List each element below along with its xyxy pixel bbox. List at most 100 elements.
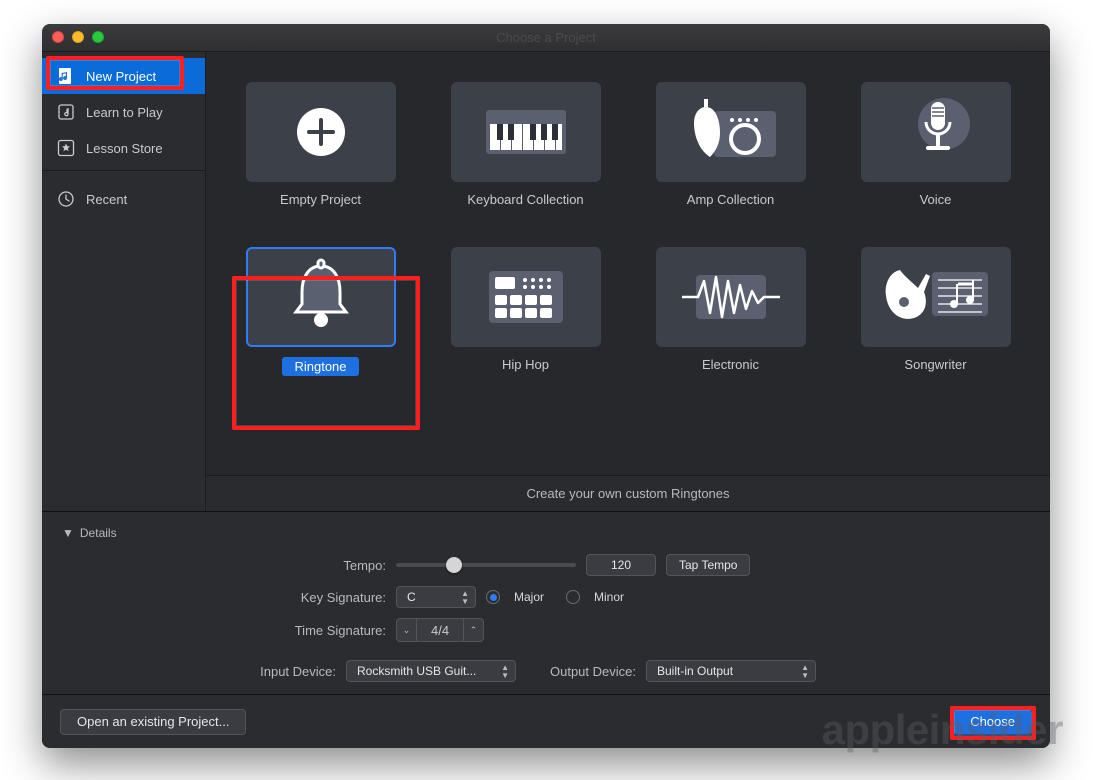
template-hip-hop[interactable]: Hip Hop [435,247,616,376]
row-time: Time Signature: ⌄ 4/4 ⌃ [156,618,936,642]
template-grid-area: Empty Project Keyboard Collection [206,52,1050,475]
input-device-label: Input Device: [156,664,336,679]
tempo-label: Tempo: [156,558,386,573]
row-devices: Input Device: Rocksmith USB Guit... ▲▼ O… [156,660,936,682]
sidebar-item-label: Recent [86,192,127,207]
template-voice[interactable]: Voice [845,82,1026,207]
output-device-select[interactable]: Built-in Output ▲▼ [646,660,816,682]
input-device-select[interactable]: Rocksmith USB Guit... ▲▼ [346,660,516,682]
template-label: Amp Collection [687,192,774,207]
sidebar-item-label: Learn to Play [86,105,163,120]
sidebar-item-lesson-store[interactable]: Lesson Store [42,130,205,166]
template-ringtone[interactable]: Ringtone [230,247,411,376]
sidebar: New Project Learn to Play Lesson Store [42,52,206,511]
details-grid: Tempo: 120 Tap Tempo Key Signature: C ▲▼… [156,554,936,682]
row-tempo: Tempo: 120 Tap Tempo [156,554,936,576]
template-label: Ringtone [282,357,358,376]
content-pane: Empty Project Keyboard Collection [206,52,1050,511]
traffic-lights [52,31,104,43]
sidebar-recent-section: Recent [42,175,205,217]
template-label: Electronic [702,357,759,372]
minor-radio-label: Minor [594,590,624,604]
template-keyboard-collection[interactable]: Keyboard Collection [435,82,616,207]
template-thumb [451,82,601,182]
time-label: Time Signature: [156,623,386,638]
key-label: Key Signature: [156,590,386,605]
project-chooser-window: Choose a Project New Project Lea [42,24,1050,748]
microphone-icon [896,92,976,172]
zoom-window-button[interactable] [92,31,104,43]
template-songwriter[interactable]: Songwriter [845,247,1026,376]
tempo-value: 120 [611,558,631,572]
sidebar-item-recent[interactable]: Recent [42,181,205,217]
star-icon [56,138,76,158]
template-label: Empty Project [280,192,361,207]
updown-arrows-icon: ▲▼ [461,590,469,606]
template-label: Songwriter [904,357,966,372]
stepper-down-icon[interactable]: ⌄ [397,619,417,641]
template-label: Voice [920,192,952,207]
minimize-window-button[interactable] [72,31,84,43]
window-body: New Project Learn to Play Lesson Store [42,52,1050,748]
tempo-slider[interactable] [396,563,576,567]
sidebar-item-learn-to-play[interactable]: Learn to Play [42,94,205,130]
template-thumb [246,247,396,347]
stepper-up-icon[interactable]: ⌃ [463,619,483,641]
key-signature-select[interactable]: C ▲▼ [396,586,476,608]
sidebar-divider [42,170,205,171]
template-thumb [861,247,1011,347]
updown-arrows-icon: ▲▼ [801,664,809,680]
template-thumb [451,247,601,347]
bell-icon [278,254,364,340]
open-existing-project-button[interactable]: Open an existing Project... [60,709,246,735]
template-label: Keyboard Collection [467,192,583,207]
template-thumb [656,82,806,182]
template-thumb [861,82,1011,182]
drum-machine-icon [481,265,571,329]
template-grid: Empty Project Keyboard Collection [230,82,1026,376]
template-thumb [656,247,806,347]
window-titlebar: Choose a Project [42,24,1050,52]
waveform-icon [676,267,786,327]
sidebar-item-label: Lesson Store [86,141,163,156]
details-heading: Details [80,526,117,540]
output-device-value: Built-in Output [657,664,733,678]
close-window-button[interactable] [52,31,64,43]
time-signature-stepper[interactable]: ⌄ 4/4 ⌃ [396,618,484,642]
input-device-value: Rocksmith USB Guit... [357,664,476,678]
tempo-slider-knob[interactable] [446,557,462,573]
template-amp-collection[interactable]: Amp Collection [640,82,821,207]
template-empty-project[interactable]: Empty Project [230,82,411,207]
template-label: Hip Hop [502,357,549,372]
updown-arrows-icon: ▲▼ [501,664,509,680]
disclosure-triangle-icon: ▼ [62,526,74,540]
details-panel: ▼ Details Tempo: 120 Tap Tempo Key Signa… [42,511,1050,694]
major-radio-label: Major [514,590,544,604]
template-description: Create your own custom Ringtones [206,475,1050,511]
lesson-icon [56,102,76,122]
tap-tempo-button[interactable]: Tap Tempo [666,554,750,576]
watermark-text: appleinsider [822,706,1063,754]
tempo-value-field[interactable]: 120 [586,554,656,576]
output-device-label: Output Device: [526,664,636,679]
clock-icon [56,189,76,209]
sidebar-item-new-project[interactable]: New Project [42,58,205,94]
template-electronic[interactable]: Electronic [640,247,821,376]
plus-circle-icon [289,100,353,164]
sidebar-item-label: New Project [86,69,156,84]
major-radio[interactable] [486,590,500,604]
sidebar-main-section: New Project Learn to Play Lesson Store [42,52,205,166]
details-disclosure[interactable]: ▼ Details [62,526,1030,540]
amp-icon [676,97,786,167]
tap-tempo-label: Tap Tempo [679,558,737,572]
row-key: Key Signature: C ▲▼ Major Minor [156,586,936,608]
keyboard-icon [476,100,576,164]
time-signature-value: 4/4 [417,619,463,641]
window-title: Choose a Project [496,30,596,45]
key-signature-value: C [407,590,416,604]
open-existing-label: Open an existing Project... [77,714,229,729]
minor-radio[interactable] [566,590,580,604]
guitar-notes-icon [876,262,996,332]
template-thumb [246,82,396,182]
upper-pane: New Project Learn to Play Lesson Store [42,52,1050,511]
